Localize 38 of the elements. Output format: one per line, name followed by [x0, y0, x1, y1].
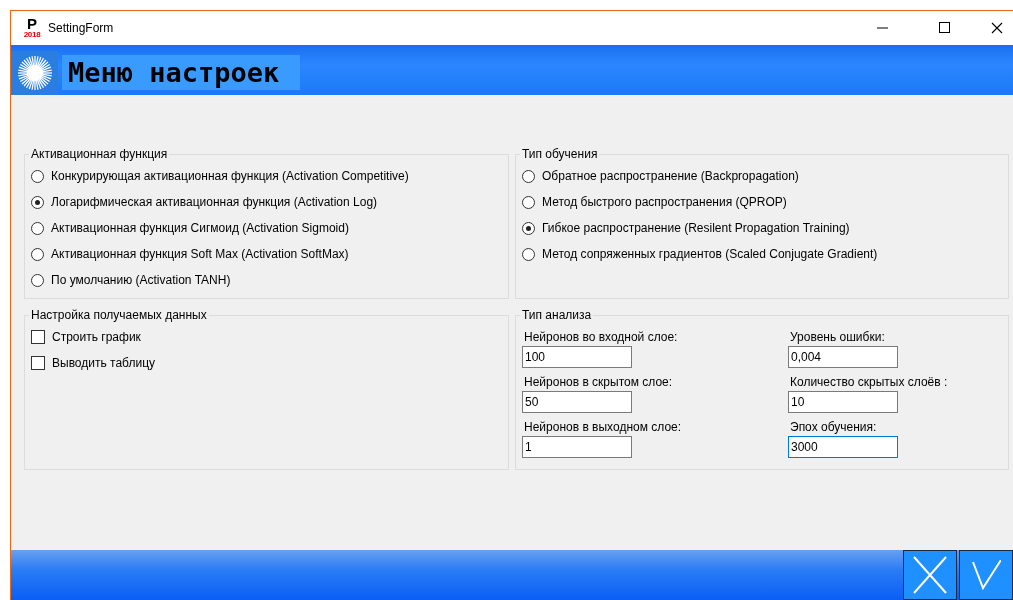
input-field[interactable]: 100	[522, 346, 632, 368]
app-icon: P 2018	[22, 16, 42, 40]
minimize-icon[interactable]	[877, 27, 889, 29]
input-field[interactable]: 0,004	[788, 346, 898, 368]
field-label: Нейронов в выходном слое:	[524, 420, 683, 434]
input-field[interactable]: 50	[522, 391, 632, 413]
radio-option[interactable]: Обратное распространение (Backpropagation)	[522, 163, 1002, 189]
group-title: Настройка получаемых данных	[30, 308, 208, 322]
close-icon[interactable]	[991, 22, 1003, 34]
group-title: Тип обучения	[521, 147, 599, 161]
input-field[interactable]: 10	[788, 391, 898, 413]
radio-option[interactable]: Логарифмическая активационная функция (Activation Log)	[31, 189, 502, 215]
field-label: Количество скрытых слоёв :	[790, 375, 949, 389]
radio-option[interactable]: По умолчанию (Activation TANH)	[31, 267, 502, 293]
confirm-button[interactable]	[959, 550, 1013, 600]
group-title: Активационная функция	[30, 147, 169, 161]
sunburst-icon	[16, 55, 53, 91]
field-label: Уровень ошибки:	[790, 330, 886, 344]
group-title: Тип анализа	[521, 308, 593, 322]
window-title: SettingForm	[48, 21, 114, 35]
radio-option[interactable]: Метод быстрого распространения (QPROP)	[522, 189, 1002, 215]
input-field[interactable]: 3000	[788, 436, 898, 458]
field-label: Нейронов во входной слое:	[524, 330, 679, 344]
radio-option[interactable]: Метод сопряженных градиентов (Scaled Conjugate Gradient)	[522, 241, 1002, 267]
maximize-icon[interactable]	[939, 22, 951, 34]
radio-option[interactable]: Конкурирующая активационная функция (Activation Competitive)	[31, 163, 502, 189]
field-label: Эпох обучения:	[790, 420, 878, 434]
field-label: Нейронов в скрытом слое:	[524, 375, 674, 389]
cancel-button[interactable]	[903, 550, 957, 600]
input-field[interactable]: 1	[522, 436, 632, 458]
close-icon	[912, 555, 948, 595]
checkbox-option[interactable]: Выводить таблицу	[31, 350, 502, 376]
checkbox-option[interactable]: Строить график	[31, 324, 502, 350]
check-icon	[971, 560, 1001, 590]
radio-option[interactable]: Гибкое распространение (Resilent Propagation Training)	[522, 215, 1002, 241]
radio-option[interactable]: Активационная функция Soft Max (Activation SoftMax)	[31, 241, 502, 267]
header-title: Меню настроек	[62, 55, 300, 90]
radio-option[interactable]: Активационная функция Сигмоид (Activation Sigmoid)	[31, 215, 502, 241]
